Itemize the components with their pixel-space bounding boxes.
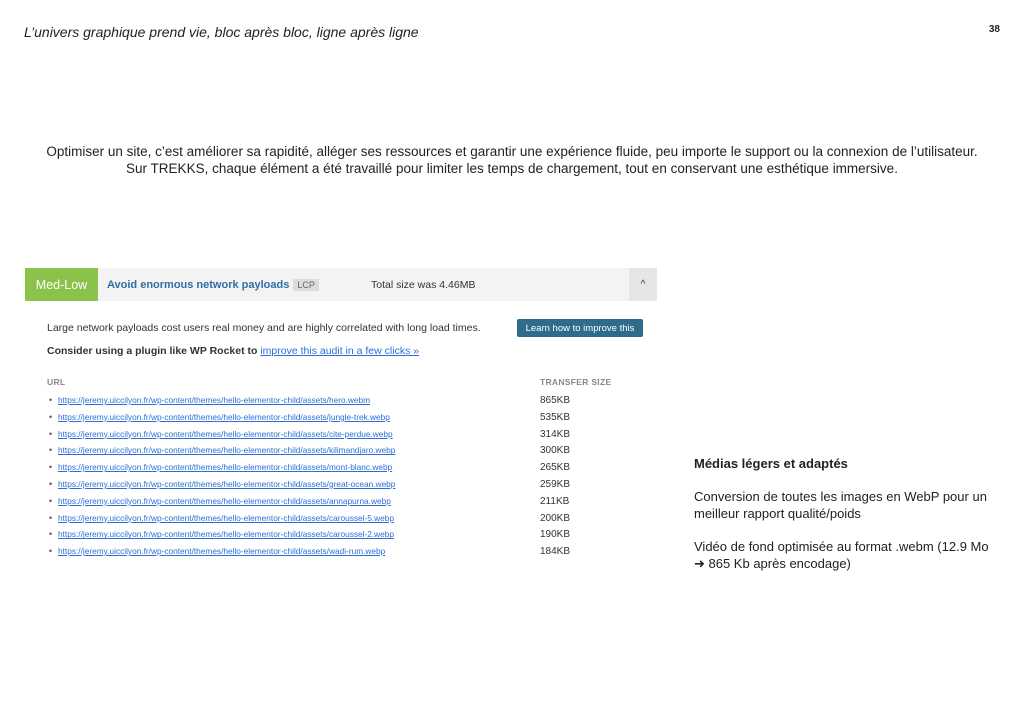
table-row: • https://jeremy.uiccilyon.fr/wp-content…	[47, 394, 647, 411]
resource-url-link[interactable]: https://jeremy.uiccilyon.fr/wp-content/t…	[58, 529, 394, 539]
transfer-size: 300KB	[540, 445, 571, 457]
table-row: • https://jeremy.uiccilyon.fr/wp-content…	[47, 444, 647, 461]
page-number: 38	[988, 24, 1000, 35]
column-header-url: URL	[47, 377, 66, 387]
side-notes: Médias légers et adaptés Conversion de t…	[694, 455, 994, 588]
resource-url-link[interactable]: https://jeremy.uiccilyon.fr/wp-content/t…	[58, 513, 394, 523]
lcp-tag: LCP	[293, 278, 319, 291]
bullet: •	[49, 495, 53, 506]
resource-url-link[interactable]: https://jeremy.uiccilyon.fr/wp-content/t…	[58, 429, 393, 439]
resource-url-link[interactable]: https://jeremy.uiccilyon.fr/wp-content/t…	[58, 479, 395, 489]
table-row: • https://jeremy.uiccilyon.fr/wp-content…	[47, 495, 647, 512]
transfer-size: 265KB	[540, 462, 571, 474]
transfer-size: 200KB	[540, 512, 571, 524]
audit-header[interactable]: Med-Low Avoid enormous network payloads …	[25, 268, 657, 301]
side-heading: Médias légers et adaptés	[694, 456, 848, 471]
side-paragraph-webm: Vidéo de fond optimisée au format .webm …	[694, 539, 989, 571]
table-row: • https://jeremy.uiccilyon.fr/wp-content…	[47, 545, 647, 562]
resource-url-link[interactable]: https://jeremy.uiccilyon.fr/wp-content/t…	[58, 462, 392, 472]
side-paragraph-webp: Conversion de toutes les images en WebP …	[694, 489, 987, 521]
audit-panel: Med-Low Avoid enormous network payloads …	[25, 268, 657, 568]
resource-url-link[interactable]: https://jeremy.uiccilyon.fr/wp-content/t…	[58, 546, 385, 556]
audit-description: Large network payloads cost users real m…	[47, 322, 481, 334]
table-row: • https://jeremy.uiccilyon.fr/wp-content…	[47, 461, 647, 478]
resource-url-link[interactable]: https://jeremy.uiccilyon.fr/wp-content/t…	[58, 496, 391, 506]
resource-url-link[interactable]: https://jeremy.uiccilyon.fr/wp-content/t…	[58, 445, 395, 455]
bullet: •	[49, 395, 53, 405]
bullet: •	[49, 411, 53, 422]
transfer-size: 865KB	[540, 395, 571, 406]
learn-how-button[interactable]: Learn how to improve this	[517, 319, 643, 337]
bullet: •	[49, 462, 53, 473]
intro-text: Optimiser un site, c’est améliorer sa ra…	[24, 143, 1000, 177]
bullet: •	[49, 529, 53, 540]
payload-list: • https://jeremy.uiccilyon.fr/wp-content…	[47, 394, 647, 562]
page-header-title: L’univers graphique prend vie, bloc aprè…	[24, 24, 419, 40]
bullet: •	[49, 428, 53, 439]
resource-url-link[interactable]: https://jeremy.uiccilyon.fr/wp-content/t…	[58, 395, 370, 405]
table-row: • https://jeremy.uiccilyon.fr/wp-content…	[47, 428, 647, 445]
transfer-size: 211KB	[540, 495, 570, 507]
transfer-size: 314KB	[540, 428, 571, 440]
total-size: Total size was 4.46MB	[371, 279, 476, 291]
transfer-size: 535KB	[540, 411, 571, 423]
table-row: • https://jeremy.uiccilyon.fr/wp-content…	[47, 512, 647, 529]
transfer-size: 259KB	[540, 478, 571, 490]
bullet: •	[49, 445, 53, 456]
plugin-suggestion-text: Consider using a plugin like WP Rocket t…	[47, 345, 258, 357]
severity-badge: Med-Low	[25, 268, 98, 301]
table-row: • https://jeremy.uiccilyon.fr/wp-content…	[47, 478, 647, 495]
transfer-size: 190KB	[540, 529, 571, 541]
intro-line-1: Optimiser un site, c’est améliorer sa ra…	[46, 144, 978, 159]
table-row: • https://jeremy.uiccilyon.fr/wp-content…	[47, 528, 647, 545]
resource-url-link[interactable]: https://jeremy.uiccilyon.fr/wp-content/t…	[58, 412, 390, 422]
bullet: •	[49, 478, 53, 489]
bullet: •	[49, 512, 53, 523]
audit-title: Avoid enormous network payloads	[107, 278, 290, 291]
plugin-suggestion: Consider using a plugin like WP Rocket t…	[47, 345, 419, 357]
bullet: •	[49, 546, 53, 557]
transfer-size: 184KB	[540, 546, 571, 558]
intro-line-2: Sur TREKKS, chaque élément a été travail…	[126, 161, 898, 176]
improve-audit-link[interactable]: improve this audit in a few clicks »	[260, 345, 419, 357]
table-row: • https://jeremy.uiccilyon.fr/wp-content…	[47, 411, 647, 428]
chevron-up-icon[interactable]: ^	[629, 268, 657, 301]
column-header-transfer-size: TRANSFER SIZE	[540, 377, 612, 387]
